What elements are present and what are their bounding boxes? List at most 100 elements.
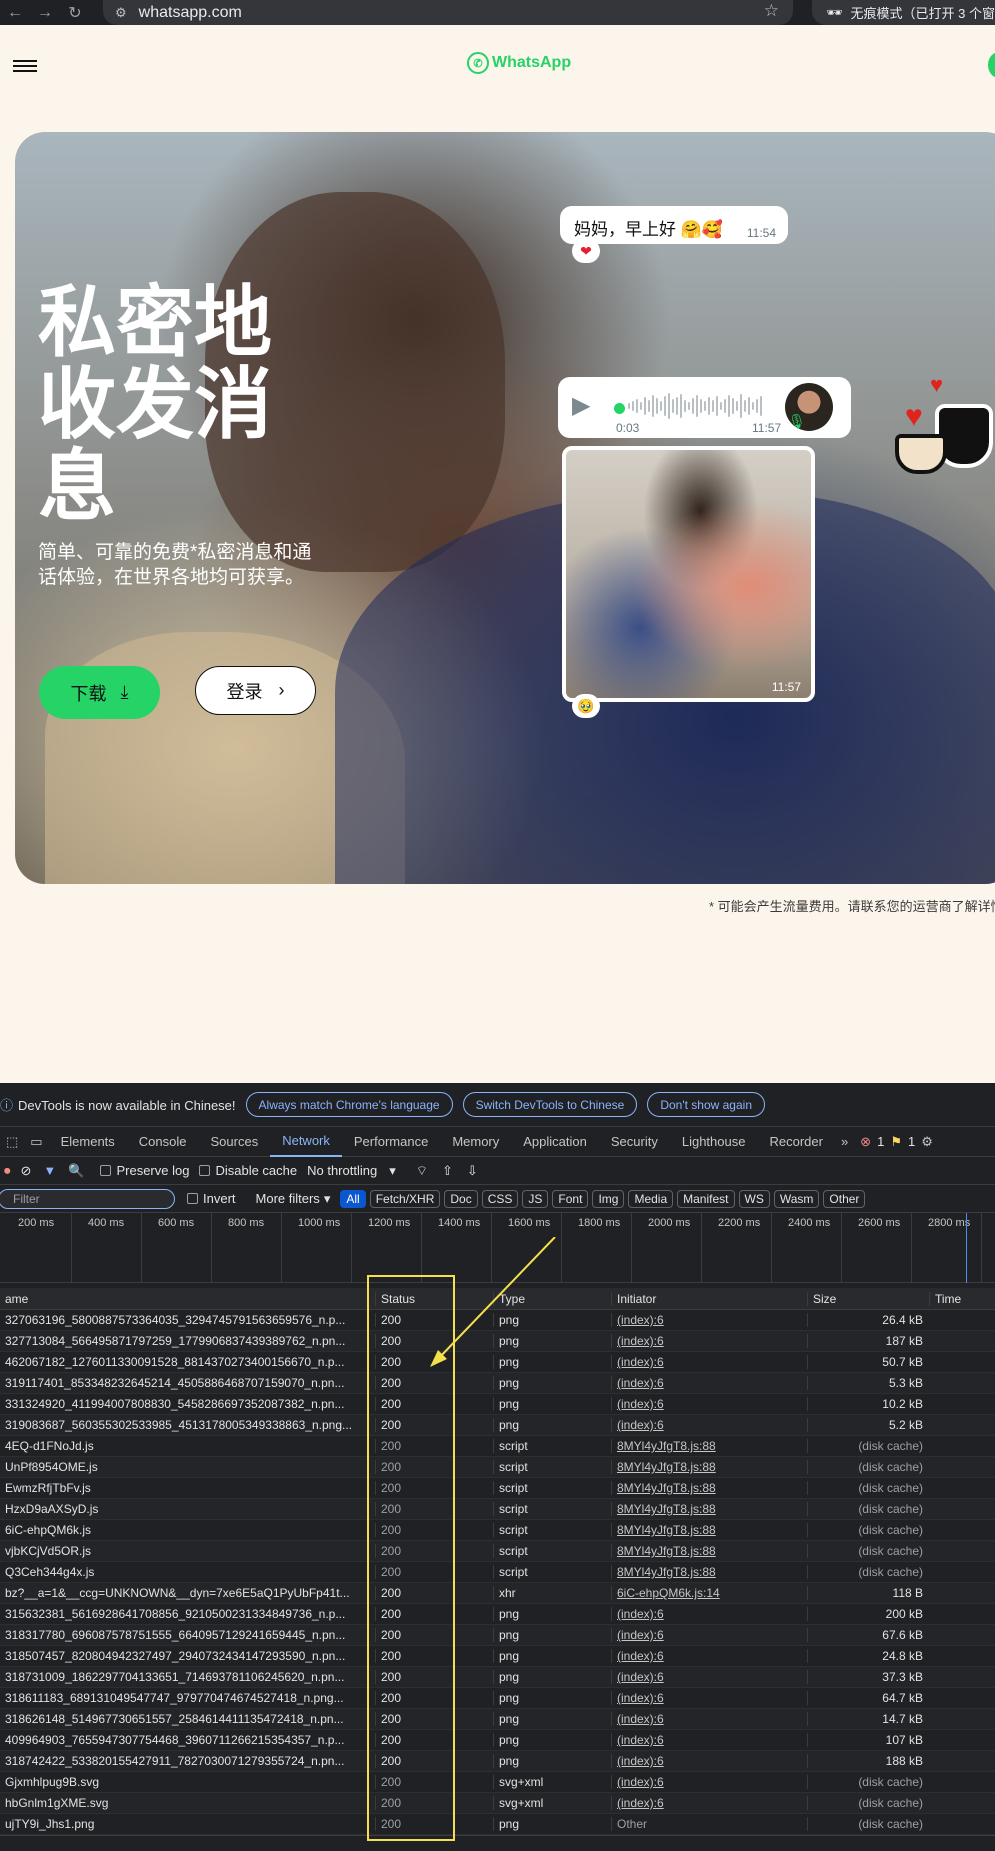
request-initiator[interactable]: (index):6 xyxy=(611,1796,807,1810)
tab-performance[interactable]: Performance xyxy=(342,1127,440,1157)
tab-lighthouse[interactable]: Lighthouse xyxy=(670,1127,758,1157)
initiator-link[interactable]: (index):6 xyxy=(617,1397,664,1411)
request-initiator[interactable]: (index):6 xyxy=(611,1313,807,1327)
tab-network[interactable]: Network xyxy=(270,1127,342,1157)
request-initiator[interactable]: 8MYl4yJfgT8.js:88 xyxy=(611,1565,807,1579)
request-initiator[interactable]: (index):6 xyxy=(611,1418,807,1432)
table-row[interactable]: 6iC-ehpQM6k.js 200 script 8MYl4yJfgT8.js:88… xyxy=(0,1520,995,1541)
preserve-log-checkbox[interactable] xyxy=(100,1165,112,1176)
table-row[interactable]: 331324920_411994007808830_54582866973520… xyxy=(0,1394,995,1415)
chevron-down-icon[interactable]: ▾ xyxy=(324,1191,331,1207)
request-initiator[interactable]: (index):6 xyxy=(611,1607,807,1621)
initiator-link[interactable]: 8MYl4yJfgT8.js:88 xyxy=(617,1523,716,1537)
table-row[interactable]: hbGnlm1gXME.svg 200 svg+xml (index):6 (disk … xyxy=(0,1793,995,1814)
site-settings-icon[interactable]: ⚙ xyxy=(115,5,127,21)
table-row[interactable]: UnPf8954OME.js 200 script 8MYl4yJfgT8.js:88… xyxy=(0,1457,995,1478)
filter-js[interactable]: JS xyxy=(522,1189,549,1208)
request-initiator[interactable]: (index):6 xyxy=(611,1628,807,1642)
import-har-icon[interactable]: ⇧ xyxy=(442,1163,453,1179)
filter-other[interactable]: Other xyxy=(823,1189,866,1208)
filter-doc[interactable]: Doc xyxy=(444,1189,478,1208)
dont-show-again-button[interactable]: Don't show again xyxy=(647,1092,765,1117)
initiator-link[interactable]: (index):6 xyxy=(617,1334,664,1348)
download-button[interactable]: 下载 ⤓ xyxy=(39,666,160,719)
reload-icon[interactable]: ↻ xyxy=(60,3,90,23)
initiator-link[interactable]: (index):6 xyxy=(617,1796,664,1810)
request-initiator[interactable]: (index):6 xyxy=(611,1334,807,1348)
request-initiator[interactable]: (index):6 xyxy=(611,1397,807,1411)
table-row[interactable]: 318507457_820804942327497_29407324341472… xyxy=(0,1646,995,1667)
filter-icon[interactable]: ▼ xyxy=(37,1163,62,1178)
tab-console[interactable]: Console xyxy=(127,1127,199,1157)
initiator-link[interactable]: 8MYl4yJfgT8.js:88 xyxy=(617,1565,716,1579)
table-row[interactable]: EwmzRfjTbFv.js 200 script 8MYl4yJfgT8.js:88… xyxy=(0,1478,995,1499)
initiator-link[interactable]: (index):6 xyxy=(617,1376,664,1390)
request-initiator[interactable]: (index):6 xyxy=(611,1733,807,1747)
table-row[interactable]: 4EQ-d1FNoJd.js 200 script 8MYl4yJfgT8.js:88… xyxy=(0,1436,995,1457)
disable-cache-checkbox[interactable] xyxy=(199,1165,211,1176)
column-time[interactable]: Time xyxy=(929,1291,995,1306)
request-initiator[interactable]: 8MYl4yJfgT8.js:88 xyxy=(611,1544,807,1558)
table-row[interactable]: Q3Ceh344g4x.js 200 script 8MYl4yJfgT8.js:88… xyxy=(0,1562,995,1583)
table-row[interactable]: ujTY9i_Jhs1.png 200 png Other (disk cache) xyxy=(0,1814,995,1835)
table-row[interactable]: vjbKCjVd5OR.js 200 script 8MYl4yJfgT8.js:88… xyxy=(0,1541,995,1562)
table-row[interactable]: 318742422_533820155427911_78270300712793… xyxy=(0,1751,995,1772)
request-initiator[interactable]: (index):6 xyxy=(611,1670,807,1684)
login-button[interactable]: 登录 › xyxy=(195,666,316,715)
back-icon[interactable]: ← xyxy=(0,4,30,22)
initiator-link[interactable]: 8MYl4yJfgT8.js:88 xyxy=(617,1481,716,1495)
table-row[interactable]: 409964903_765594730775446​8_396071126621… xyxy=(0,1730,995,1751)
initiator-link[interactable]: (index):6 xyxy=(617,1607,664,1621)
request-initiator[interactable]: (index):6 xyxy=(611,1775,807,1789)
initiator-link[interactable]: 6iC-ehpQM6k.js:14 xyxy=(617,1586,720,1600)
column-initiator[interactable]: Initiator xyxy=(611,1291,807,1306)
whatsapp-logo[interactable]: ✆ WhatsApp xyxy=(467,52,571,74)
initiator-link[interactable]: (index):6 xyxy=(617,1313,664,1327)
table-row[interactable]: 318731009_1862297704133651_7146937811062… xyxy=(0,1667,995,1688)
error-icon[interactable]: ⊗ xyxy=(854,1134,877,1150)
initiator-link[interactable]: (index):6 xyxy=(617,1733,664,1747)
filter-wasm[interactable]: Wasm xyxy=(773,1189,820,1208)
table-row[interactable]: 318626148_514967730651557_25846144111354… xyxy=(0,1709,995,1730)
initiator-link[interactable]: (index):6 xyxy=(617,1649,664,1663)
initiator-link[interactable]: 8MYl4yJfgT8.js:88 xyxy=(617,1460,716,1474)
network-conditions-icon[interactable]: ⌔ xyxy=(416,1163,428,1179)
request-initiator[interactable]: Other xyxy=(611,1817,807,1831)
filter-media[interactable]: Media xyxy=(628,1189,674,1208)
request-initiator[interactable]: 8MYl4yJfgT8.js:88 xyxy=(611,1439,807,1453)
forward-icon[interactable]: → xyxy=(30,4,60,22)
table-row[interactable]: 315632381_5616928641708856_9210500231334… xyxy=(0,1604,995,1625)
chevron-down-icon[interactable]: ▾ xyxy=(389,1163,396,1179)
request-initiator[interactable]: (index):6 xyxy=(611,1712,807,1726)
header-action-button[interactable] xyxy=(988,52,995,78)
column-size[interactable]: Size xyxy=(807,1291,929,1306)
tab-security[interactable]: Security xyxy=(599,1127,670,1157)
initiator-link[interactable]: (index):6 xyxy=(617,1670,664,1684)
table-row[interactable]: bz?__a=1&__ccg=UNKNOWN&__dyn=7xe6E5aQ1Py… xyxy=(0,1583,995,1604)
warning-icon[interactable]: ⚑ xyxy=(884,1134,908,1150)
filter-manifest[interactable]: Manifest xyxy=(677,1189,735,1208)
request-initiator[interactable]: 6iC-ehpQM6k.js:14 xyxy=(611,1586,807,1600)
filter-ws[interactable]: WS xyxy=(738,1189,770,1208)
table-row[interactable]: 319083687_560355302533985_45131780053493… xyxy=(0,1415,995,1436)
menu-icon[interactable] xyxy=(13,60,37,74)
initiator-link[interactable]: 8MYl4yJfgT8.js:88 xyxy=(617,1502,716,1516)
filter-all[interactable]: All xyxy=(340,1189,366,1208)
initiator-link[interactable]: (index):6 xyxy=(617,1418,664,1432)
initiator-link[interactable]: (index):6 xyxy=(617,1628,664,1642)
initiator-link[interactable]: (index):6 xyxy=(617,1691,664,1705)
request-initiator[interactable]: (index):6 xyxy=(611,1376,807,1390)
request-initiator[interactable]: (index):6 xyxy=(611,1649,807,1663)
export-har-icon[interactable]: ⇩ xyxy=(467,1163,478,1179)
filter-img[interactable]: Img xyxy=(592,1189,625,1208)
settings-gear-icon[interactable]: ⚙ xyxy=(915,1134,939,1150)
device-toolbar-icon[interactable]: ▭ xyxy=(24,1134,48,1150)
search-icon[interactable]: 🔍 xyxy=(62,1163,90,1179)
address-bar[interactable]: ⚙ whatsapp.com ☆ xyxy=(103,0,793,25)
more-tabs-icon[interactable]: » xyxy=(835,1134,854,1149)
initiator-link[interactable]: (index):6 xyxy=(617,1775,664,1789)
initiator-link[interactable]: 8MYl4yJfgT8.js:88 xyxy=(617,1544,716,1558)
switch-chinese-button[interactable]: Switch DevTools to Chinese xyxy=(462,1092,638,1117)
request-initiator[interactable]: 8MYl4yJfgT8.js:88 xyxy=(611,1523,807,1537)
initiator-link[interactable]: (index):6 xyxy=(617,1754,664,1768)
